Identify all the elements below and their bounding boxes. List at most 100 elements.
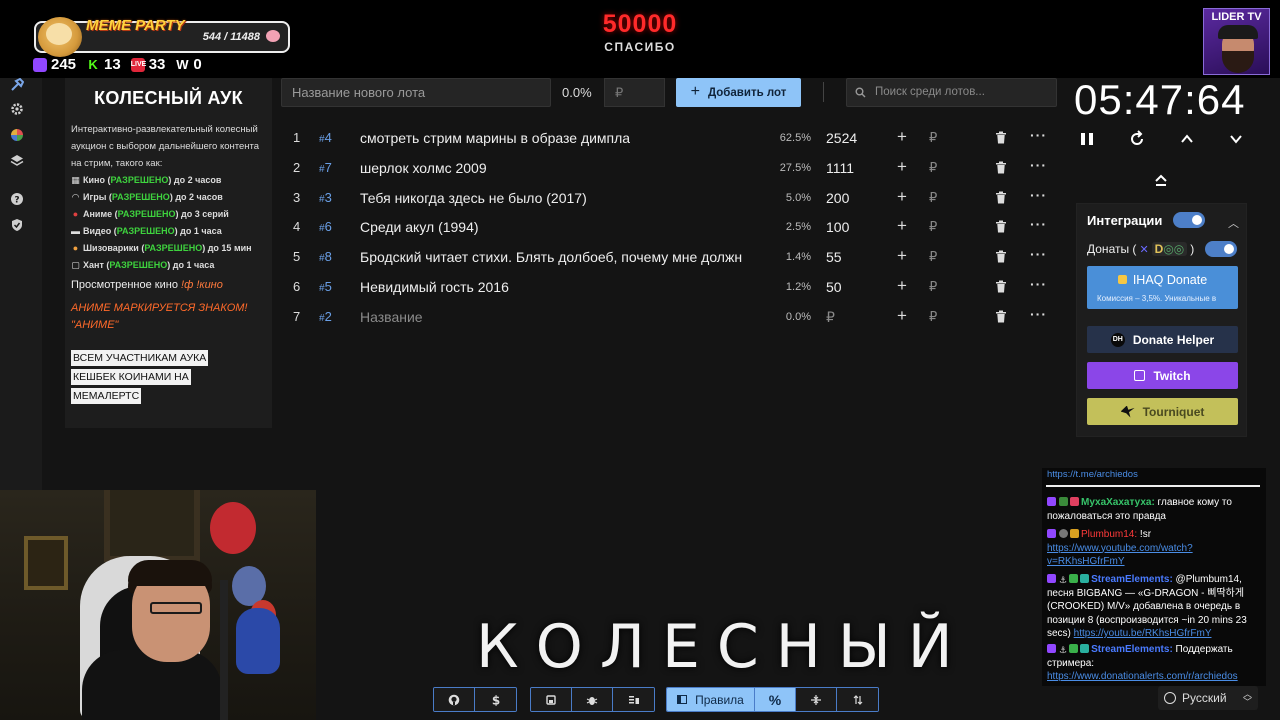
- ihaq-subtitle: Комиссия – 3,5%. Уникальные в: [1097, 294, 1217, 303]
- bug-button[interactable]: [572, 688, 613, 711]
- chat-username: Plumbum14:: [1081, 529, 1138, 540]
- add-amount-button[interactable]: +: [897, 216, 907, 236]
- donate-helper-button[interactable]: DH Donate Helper: [1087, 326, 1238, 353]
- lot-name[interactable]: шерлок холмс 2009: [360, 160, 487, 176]
- help-icon[interactable]: ?: [10, 192, 24, 206]
- lot-name[interactable]: смотреть стрим марины в образе димпла: [360, 130, 630, 146]
- donate-button[interactable]: $: [475, 688, 516, 711]
- lot-row[interactable]: 6 #5 Невидимый гость 2016 1.2% 50 + ₽ ···: [281, 272, 1057, 302]
- add-amount-button[interactable]: +: [897, 157, 907, 177]
- new-lot-amount-input[interactable]: [604, 78, 665, 107]
- github-button[interactable]: [434, 688, 475, 711]
- rub-input[interactable]: ₽: [929, 160, 937, 176]
- more-options-button[interactable]: ···: [1030, 276, 1047, 292]
- toolbar-group-links: $: [433, 687, 517, 712]
- lot-row[interactable]: 4 #6 Среди акул (1994) 2.5% 100 + ₽ ···: [281, 212, 1057, 242]
- donates-toggle[interactable]: [1205, 241, 1237, 257]
- trash-icon[interactable]: [995, 131, 1007, 144]
- rules-label: Правила: [695, 692, 744, 707]
- lot-amount[interactable]: 1111: [826, 160, 854, 176]
- chat-username: МухаХахатуха:: [1081, 497, 1155, 508]
- toolbar-group-tools: [530, 687, 655, 712]
- lot-amount[interactable]: 2524: [826, 130, 857, 146]
- rub-input[interactable]: ₽: [929, 219, 937, 235]
- more-options-button[interactable]: ···: [1030, 127, 1047, 143]
- lot-row[interactable]: 5 #8 Бродский читает стихи. Блять долбоеб,…: [281, 242, 1057, 272]
- lot-name[interactable]: Невидимый гость 2016: [360, 279, 509, 295]
- lot-amount[interactable]: 55: [826, 249, 842, 265]
- lot-name[interactable]: Бродский читает стихи. Блять долбоеб, по…: [360, 249, 742, 265]
- rule-item-shizovariki: ● Шизоварики (РАЗРЕШЕНО) до 15 мин: [71, 240, 266, 257]
- lot-row[interactable]: 7 #2 Название 0.0% ₽ + ₽ ···: [281, 302, 1057, 332]
- bot-icon: [1080, 574, 1090, 583]
- chevron-up-icon[interactable]: ︿: [1228, 215, 1239, 231]
- ihaq-donate-button[interactable]: IHAQ Donate Комиссия – 3,5%. Уникальные …: [1087, 266, 1238, 309]
- twitch-button[interactable]: Twitch: [1087, 362, 1238, 389]
- language-select[interactable]: Русский ︿ ﹀: [1158, 686, 1258, 710]
- trash-icon[interactable]: [995, 220, 1007, 233]
- lot-row[interactable]: 3 #3 Тебя никогда здесь не было (2017) 5.0%…: [281, 183, 1057, 213]
- time-down-button[interactable]: [1227, 130, 1245, 148]
- trash-list-icon: [628, 695, 639, 704]
- trash-icon[interactable]: [995, 191, 1007, 204]
- badge-icon: [1059, 497, 1068, 506]
- hammer-icon[interactable]: [10, 78, 24, 92]
- add-lot-button[interactable]: + Добавить лот: [676, 78, 801, 107]
- gear-icon[interactable]: [10, 102, 24, 116]
- wheel-icon[interactable]: [10, 128, 24, 142]
- trash-icon[interactable]: [995, 310, 1007, 323]
- more-options-button[interactable]: ···: [1030, 306, 1047, 322]
- lot-amount[interactable]: 100: [826, 219, 849, 235]
- trash-icon[interactable]: [995, 161, 1007, 174]
- chat-link[interactable]: https://t.me/archiedos: [1047, 468, 1138, 482]
- chat-link[interactable]: https://www.youtube.com/watch?v=RKhsHGfr…: [1047, 543, 1193, 568]
- add-amount-button[interactable]: +: [897, 127, 907, 147]
- rub-input[interactable]: ₽: [929, 130, 937, 146]
- rub-input[interactable]: ₽: [929, 279, 937, 295]
- rub-input[interactable]: ₽: [929, 249, 937, 265]
- lot-amount[interactable]: 50: [826, 279, 842, 295]
- add-amount-button[interactable]: +: [897, 276, 907, 296]
- lot-row[interactable]: 1 #4 смотреть стрим марины в образе димпла…: [281, 123, 1057, 153]
- rub-input[interactable]: ₽: [929, 190, 937, 206]
- lot-name[interactable]: Тебя никогда здесь не было (2017): [360, 190, 587, 206]
- stat-live: LIVE 33: [130, 56, 166, 73]
- rub-input[interactable]: ₽: [929, 309, 937, 325]
- pause-button[interactable]: [1078, 130, 1096, 148]
- more-options-button[interactable]: ···: [1030, 157, 1047, 173]
- rules-button[interactable]: Правила: [667, 688, 755, 711]
- trash-icon[interactable]: [995, 280, 1007, 293]
- wall-picture: [104, 490, 200, 562]
- trash-icon[interactable]: [995, 250, 1007, 263]
- chat-link[interactable]: https://www.donationalerts.com/r/archied…: [1047, 671, 1238, 682]
- lot-name[interactable]: Название: [360, 309, 423, 325]
- layers-icon[interactable]: [10, 154, 24, 168]
- save-button[interactable]: [531, 688, 572, 711]
- integrations-toggle[interactable]: [1173, 212, 1205, 228]
- clear-button[interactable]: [613, 688, 654, 711]
- reset-button[interactable]: [1128, 130, 1146, 148]
- split-button[interactable]: [796, 688, 837, 711]
- lot-name[interactable]: Среди акул (1994): [360, 219, 479, 235]
- time-up-button[interactable]: [1178, 130, 1196, 148]
- add-amount-button[interactable]: +: [897, 306, 907, 326]
- stat-live-value: 33: [148, 56, 166, 73]
- lot-amount[interactable]: 200: [826, 190, 849, 206]
- collapse-panel-button[interactable]: [1153, 172, 1169, 188]
- lot-amount[interactable]: ₽: [826, 309, 835, 326]
- kick-icon: K: [86, 57, 101, 72]
- shield-icon[interactable]: [10, 218, 24, 232]
- lot-search[interactable]: Поиск среди лотов...: [846, 78, 1057, 107]
- more-options-button[interactable]: ···: [1030, 187, 1047, 203]
- more-options-button[interactable]: ···: [1030, 216, 1047, 232]
- new-lot-name-input[interactable]: [281, 78, 551, 107]
- more-options-button[interactable]: ···: [1030, 246, 1047, 262]
- sort-button[interactable]: [837, 688, 878, 711]
- add-amount-button[interactable]: +: [897, 187, 907, 207]
- add-amount-button[interactable]: +: [897, 246, 907, 266]
- lot-row[interactable]: 2 #7 шерлок холмс 2009 27.5% 1111 + ₽ ···: [281, 153, 1057, 183]
- chat-link[interactable]: https://youtu.be/RKhsHGfrFmY: [1074, 628, 1212, 639]
- tourniquet-button[interactable]: Tourniquet: [1087, 398, 1238, 425]
- percent-button[interactable]: %: [755, 688, 796, 711]
- lot-id: #3: [319, 189, 332, 205]
